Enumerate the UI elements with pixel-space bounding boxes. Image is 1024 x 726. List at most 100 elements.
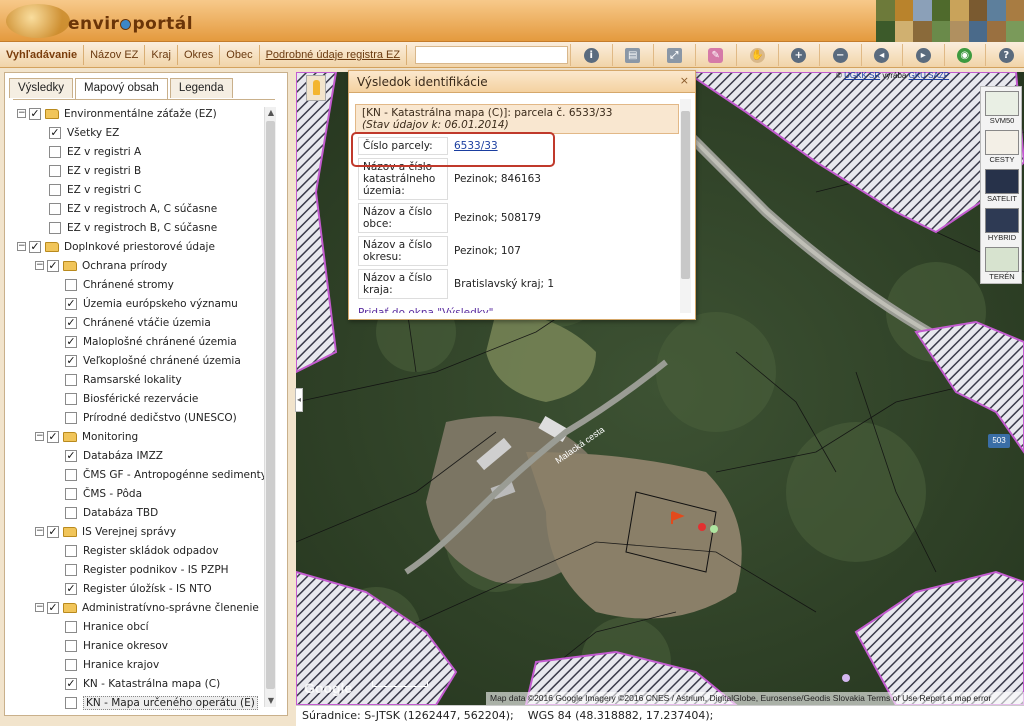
layer-checkbox[interactable]	[65, 696, 77, 709]
layer-label[interactable]: Všetky EZ	[67, 127, 119, 139]
search-tab[interactable]: Obec	[220, 45, 260, 65]
collapse-icon[interactable]: −	[35, 527, 44, 536]
search-tab[interactable]: Názov EZ	[84, 45, 146, 65]
envirportal-logo[interactable]: envir portál	[0, 0, 200, 42]
tool-button[interactable]: ?	[985, 44, 1024, 66]
tool-button[interactable]: i	[570, 44, 612, 66]
layer-label[interactable]: Prírodné dedičstvo (UNESCO)	[83, 412, 237, 424]
tool-button[interactable]: +	[777, 44, 820, 66]
panel-tab[interactable]: Legenda	[169, 78, 233, 98]
tool-button[interactable]: −	[819, 44, 861, 66]
layer-label[interactable]: ČMS GF - Antropogénne sedimenty	[83, 469, 267, 481]
collapse-icon[interactable]: −	[17, 109, 26, 118]
layer-label[interactable]: Register skládok odpadov	[83, 545, 218, 557]
layer-checkbox[interactable]	[65, 392, 77, 405]
search-tab[interactable]: Vyhľadávanie	[0, 45, 85, 65]
collapse-panel-icon[interactable]: ◂	[295, 388, 303, 412]
layer-checkbox[interactable]: ✓	[65, 449, 77, 462]
layer-checkbox[interactable]	[49, 145, 61, 158]
layer-label[interactable]: EZ v registroch A, C súčasne	[67, 203, 217, 215]
layer-checkbox[interactable]	[65, 373, 77, 386]
search-tab[interactable]: Kraj	[145, 45, 178, 65]
layer-label[interactable]: Územia európskeho významu	[83, 298, 238, 310]
search-tab[interactable]: Okres	[178, 45, 221, 65]
layer-checkbox[interactable]: ✓	[47, 430, 59, 443]
layer-checkbox[interactable]: ✓	[29, 107, 41, 120]
popup-scrollbar[interactable]	[680, 99, 691, 313]
ugkk-link[interactable]: ÚGKK SR	[844, 72, 880, 80]
add-to-results-link[interactable]: Pridať do okna "Výsledky"	[358, 305, 679, 313]
layer-tree-scrollbar[interactable]: ▲ ▼	[264, 107, 276, 707]
scroll-down-icon[interactable]: ▼	[265, 695, 277, 707]
layer-label[interactable]: Hranice krajov	[83, 659, 159, 671]
tool-button[interactable]: ⤢	[653, 44, 695, 66]
tool-button[interactable]: ◂	[860, 44, 903, 66]
layer-label[interactable]: EZ v registri B	[67, 165, 141, 177]
layer-label[interactable]: EZ v registri C	[67, 184, 141, 196]
layer-label[interactable]: Environmentálne záťaže (EZ)	[64, 108, 217, 120]
collapse-icon[interactable]: −	[35, 603, 44, 612]
layer-label[interactable]: KN - Mapa určeného operátu (E)	[83, 695, 258, 710]
layer-checkbox[interactable]: ✓	[47, 601, 59, 614]
search-tab[interactable]: Podrobné údaje registra EZ	[260, 45, 408, 65]
layer-checkbox[interactable]: ✓	[29, 240, 41, 253]
map-type-satelit[interactable]: SATELIT	[985, 169, 1019, 205]
layer-label[interactable]: Veľkoplošné chránené územia	[83, 355, 241, 367]
tool-button[interactable]: ◉	[943, 44, 986, 66]
layer-label[interactable]: Biosférické rezervácie	[83, 393, 198, 405]
layer-label[interactable]: ČMS - Pôda	[83, 488, 142, 500]
layer-label[interactable]: Ramsarské lokality	[83, 374, 182, 386]
layer-checkbox[interactable]: ✓	[65, 335, 77, 348]
layer-checkbox[interactable]	[65, 658, 77, 671]
pegman-icon[interactable]	[306, 75, 326, 101]
scroll-thumb[interactable]	[266, 121, 275, 689]
map-type-hybrid[interactable]: HYBRID	[985, 208, 1019, 244]
layer-checkbox[interactable]	[65, 506, 77, 519]
layer-label[interactable]: KN - Katastrálna mapa (C)	[83, 678, 220, 690]
layer-checkbox[interactable]: ✓	[65, 582, 77, 595]
close-icon[interactable]: ×	[680, 74, 689, 87]
gku-link[interactable]: GKÚ SAŽP	[909, 72, 949, 80]
scroll-up-icon[interactable]: ▲	[265, 107, 277, 119]
map-type-terén[interactable]: TERÉN	[985, 247, 1019, 283]
layer-label[interactable]: Databáza TBD	[83, 507, 158, 519]
map-type-svm50[interactable]: SVM50	[985, 91, 1019, 127]
layer-checkbox[interactable]: ✓	[47, 525, 59, 538]
tool-button[interactable]: ▸	[902, 44, 944, 66]
layer-checkbox[interactable]	[65, 487, 77, 500]
popup-title[interactable]: Výsledok identifikácie	[349, 71, 695, 93]
tool-button[interactable]: ✋	[736, 44, 778, 66]
layer-checkbox[interactable]	[65, 278, 77, 291]
layer-label[interactable]: EZ v registri A	[67, 146, 141, 158]
collapse-icon[interactable]: −	[35, 261, 44, 270]
layer-label[interactable]: Chránené vtáčie územia	[83, 317, 211, 329]
panel-tab[interactable]: Výsledky	[9, 78, 74, 98]
layer-checkbox[interactable]	[65, 544, 77, 557]
layer-checkbox[interactable]	[65, 639, 77, 652]
layer-label[interactable]: EZ v registroch B, C súčasne	[67, 222, 217, 234]
layer-checkbox[interactable]: ✓	[65, 677, 77, 690]
layer-checkbox[interactable]: ✓	[65, 316, 77, 329]
layer-label[interactable]: Chránené stromy	[83, 279, 174, 291]
layer-checkbox[interactable]	[49, 202, 61, 215]
layer-label[interactable]: Databáza IMZZ	[83, 450, 163, 462]
layer-label[interactable]: Hranice obcí	[83, 621, 149, 633]
layer-checkbox[interactable]	[65, 620, 77, 633]
search-input[interactable]	[415, 46, 568, 64]
layer-checkbox[interactable]: ✓	[47, 259, 59, 272]
layer-checkbox[interactable]	[49, 221, 61, 234]
collapse-icon[interactable]: −	[35, 432, 44, 441]
layer-label[interactable]: Maloplošné chránené územia	[83, 336, 237, 348]
tool-button[interactable]: ✎	[694, 44, 737, 66]
layer-label[interactable]: Monitoring	[82, 431, 138, 443]
layer-checkbox[interactable]: ✓	[65, 297, 77, 310]
layer-checkbox[interactable]	[49, 164, 61, 177]
layer-checkbox[interactable]	[65, 563, 77, 576]
tool-button[interactable]: ▤	[611, 44, 654, 66]
layer-checkbox[interactable]	[49, 183, 61, 196]
layer-label[interactable]: Administratívno-správne členenie	[82, 602, 259, 614]
layer-checkbox[interactable]	[65, 411, 77, 424]
layer-checkbox[interactable]	[65, 468, 77, 481]
layer-label[interactable]: Register úložísk - IS NTO	[83, 583, 212, 595]
layer-checkbox[interactable]: ✓	[49, 126, 61, 139]
